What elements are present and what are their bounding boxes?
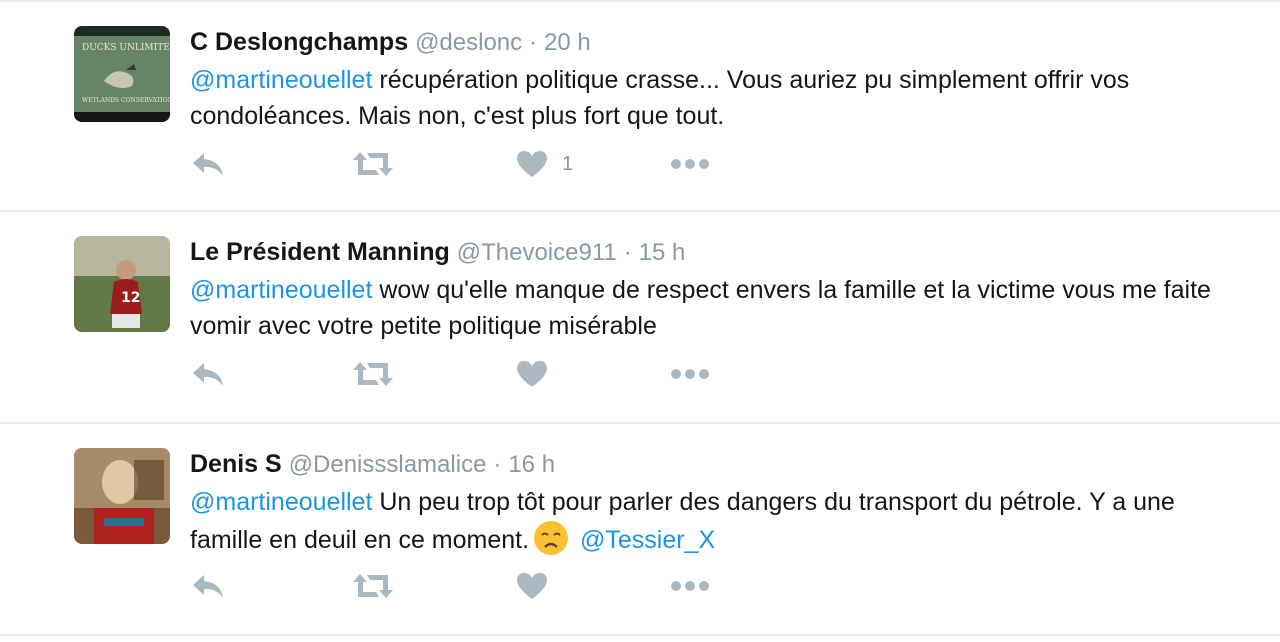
- heart-icon: [517, 151, 547, 177]
- user-handle[interactable]: @Denissslamalice: [289, 451, 487, 478]
- svg-text:WETLANDS CONSERVATION: WETLANDS CONSERVATION: [82, 97, 170, 104]
- retweet-button[interactable]: [352, 354, 394, 394]
- svg-text:12: 12: [121, 290, 140, 306]
- retweet-icon: [353, 574, 393, 598]
- mention-link[interactable]: @martineouellet: [190, 66, 372, 94]
- avatar[interactable]: DUCKS UNLIMITED WETLANDS CONSERVATION: [74, 26, 170, 122]
- timestamp[interactable]: 15 h: [639, 239, 686, 266]
- reply-icon: [193, 153, 223, 176]
- more-dots-icon: [671, 369, 709, 379]
- mention-link[interactable]: @martineouellet: [190, 488, 372, 516]
- tweet-actions: [190, 566, 790, 606]
- football-player-avatar: 12: [74, 236, 170, 332]
- like-count: 1: [562, 152, 574, 175]
- tweet-text: @martineouellet wow qu'elle manque de re…: [190, 272, 1230, 344]
- timestamp[interactable]: 16 h: [508, 451, 555, 478]
- user-handle[interactable]: @deslonc: [415, 29, 522, 56]
- like-button[interactable]: [516, 566, 562, 606]
- reply-button[interactable]: [190, 354, 226, 394]
- reply-icon: [193, 363, 223, 386]
- more-dots-icon: [671, 581, 709, 591]
- more-button[interactable]: [670, 354, 710, 394]
- mention-link[interactable]: @martineouellet: [190, 276, 372, 304]
- reply-icon: [193, 575, 223, 598]
- display-name[interactable]: C Deslongchamps: [190, 28, 408, 56]
- heart-icon: [517, 573, 547, 599]
- separator-dot: ·: [529, 29, 538, 56]
- more-dots-icon: [671, 159, 709, 169]
- heart-icon: [517, 361, 547, 387]
- more-button[interactable]: [670, 566, 710, 606]
- tweet-feed: DUCKS UNLIMITED WETLANDS CONSERVATION C …: [0, 0, 1280, 642]
- mention-link[interactable]: @Tessier_X: [580, 526, 715, 554]
- tweet-header: C Deslongchamps @deslonc · 20 h: [190, 26, 591, 59]
- tweet-header: Denis S @Denissslamalice · 16 h: [190, 448, 555, 481]
- separator-dot: ·: [493, 451, 502, 478]
- ducks-unlimited-sign-avatar: DUCKS UNLIMITED WETLANDS CONSERVATION: [74, 26, 170, 122]
- retweet-button[interactable]: [352, 566, 394, 606]
- display-name[interactable]: Denis S: [190, 450, 282, 478]
- user-handle[interactable]: @Thevoice911: [457, 239, 617, 266]
- reply-button[interactable]: [190, 144, 226, 184]
- tweet[interactable]: DUCKS UNLIMITED WETLANDS CONSERVATION C …: [0, 0, 1280, 212]
- separator-dot: ·: [623, 239, 632, 266]
- retweet-button[interactable]: [352, 144, 394, 184]
- tweet-text: @martineouellet Un peu trop tôt pour par…: [190, 484, 1230, 558]
- timestamp[interactable]: 20 h: [544, 29, 591, 56]
- person-photo-avatar: [74, 448, 170, 544]
- retweet-icon: [353, 152, 393, 176]
- tweet-header: Le Président Manning @Thevoice911 · 15 h: [190, 236, 685, 269]
- like-button[interactable]: 1: [516, 144, 573, 184]
- tweet[interactable]: 12 Le Président Manning @Thevoice911 · 1…: [0, 212, 1280, 424]
- tweet-actions: 1: [190, 144, 790, 184]
- avatar[interactable]: [74, 448, 170, 544]
- reply-button[interactable]: [190, 566, 226, 606]
- svg-text:DUCKS UNLIMITED: DUCKS UNLIMITED: [82, 43, 170, 53]
- retweet-icon: [353, 362, 393, 386]
- tweet-actions: [190, 354, 790, 394]
- avatar[interactable]: 12: [74, 236, 170, 332]
- tweet[interactable]: Denis S @Denissslamalice · 16 h @martine…: [0, 424, 1280, 636]
- more-button[interactable]: [670, 144, 710, 184]
- display-name[interactable]: Le Président Manning: [190, 238, 450, 266]
- like-button[interactable]: [516, 354, 562, 394]
- disappointed-face-emoji: [534, 521, 569, 555]
- tweet-text: @martineouellet récupération politique c…: [190, 62, 1230, 134]
